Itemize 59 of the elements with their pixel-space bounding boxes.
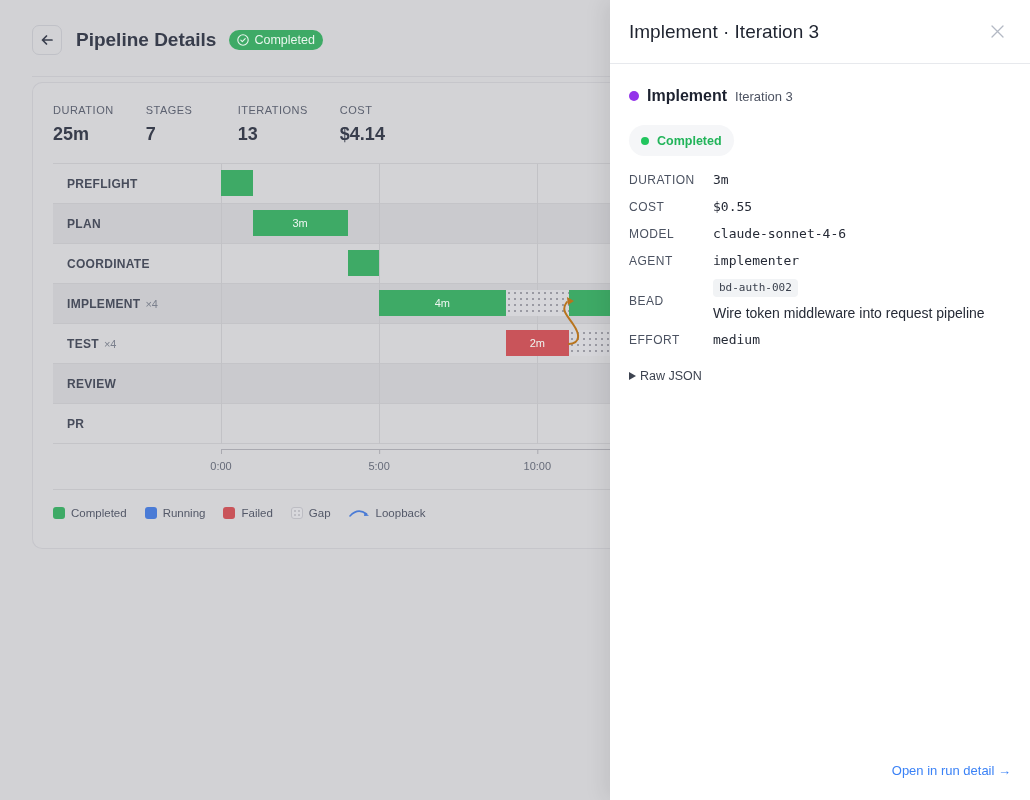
arrow-left-icon: [39, 32, 55, 48]
axis-tick-label: 5:00: [368, 459, 390, 473]
failed-bar[interactable]: 2m: [505, 330, 569, 356]
drawer-title: Implement · Iteration 3: [629, 20, 820, 43]
iteration-count: ×4: [145, 297, 158, 310]
axis-tick-label: 10:00: [523, 459, 552, 473]
completed-bar[interactable]: 3m: [252, 210, 348, 236]
status-badge-label: Completed: [254, 33, 315, 47]
completed-bar[interactable]: [221, 170, 253, 196]
detail-value: claude-sonnet-4-6: [713, 225, 848, 243]
stage-label: REVIEW: [67, 376, 117, 391]
stage-label: COORDINATE: [67, 256, 150, 271]
stat-value: 13: [237, 123, 259, 145]
stage-label: IMPLEMENT: [67, 296, 141, 311]
iteration-count: ×4: [103, 337, 117, 350]
detail-label: COST: [629, 199, 666, 216]
dotted-square-icon: [290, 507, 303, 519]
bead-id-tag: bd-auth-002: [713, 279, 798, 297]
status-dot-icon: [641, 136, 649, 145]
completed-bar[interactable]: [347, 250, 380, 276]
close-icon: [990, 25, 1004, 38]
completed-bar[interactable]: 4m: [379, 290, 506, 316]
detail-label: AGENT: [629, 253, 674, 270]
stat-value: 7: [145, 123, 157, 145]
stage-label: PLAN: [67, 216, 101, 231]
iteration-label: Iteration 3: [735, 88, 793, 104]
stage-label: TEST: [67, 336, 99, 351]
detail-label: BEAD: [629, 292, 665, 310]
legend-label: Gap: [308, 507, 331, 519]
detail-value: medium: [713, 331, 761, 349]
detail-value: implementer: [713, 252, 801, 270]
check-circle-icon: [237, 34, 250, 46]
legend-label: Failed: [241, 507, 273, 519]
detail-label: DURATION: [629, 172, 696, 189]
page-title: Pipeline Details: [76, 29, 217, 51]
stat-value: $4.14: [339, 123, 386, 145]
status-pill-label: Completed: [657, 133, 722, 148]
stat-label: COST: [339, 103, 374, 117]
gap-segment: [505, 290, 569, 316]
stat-value: 25m: [53, 123, 91, 145]
back-button[interactable]: [32, 25, 62, 55]
detail-label: EFFORT: [629, 332, 681, 349]
completed-bar[interactable]: [568, 290, 610, 316]
stage-name: Implement: [647, 87, 727, 105]
stage-label: PREFLIGHT: [67, 176, 138, 191]
open-run-detail-link[interactable]: Open in run detail →: [891, 762, 1011, 780]
detail-value: 3m: [713, 171, 730, 189]
bead-description: Wire token middleware into request pipeline: [713, 304, 985, 322]
stat-label: ITERATIONS: [237, 103, 308, 117]
raw-json-toggle[interactable]: Raw JSON: [629, 369, 702, 383]
legend-label: Completed: [71, 507, 127, 519]
legend-label: Loopback: [375, 507, 426, 519]
axis-tick-label: 0:00: [210, 459, 232, 473]
stat-label: STAGES: [145, 103, 194, 117]
stage-label: PR: [67, 416, 85, 431]
stat-label: DURATION: [53, 103, 114, 117]
detail-value: $0.55: [713, 198, 754, 216]
detail-label: MODEL: [629, 226, 676, 243]
legend-label: Running: [162, 507, 206, 519]
